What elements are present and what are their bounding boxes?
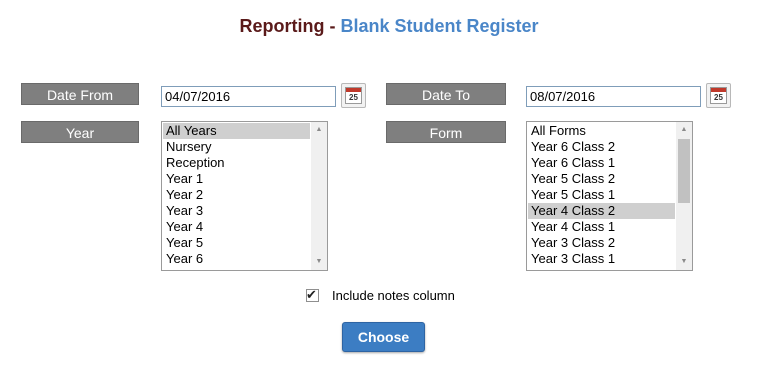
list-item[interactable]: Year 6 [163,251,310,267]
choose-button[interactable]: Choose [342,322,425,352]
list-item[interactable]: Year 3 Class 1 [528,251,675,267]
title-separator: - [324,16,341,36]
list-item[interactable]: All Years [163,123,310,139]
list-item[interactable]: Year 5 Class 2 [528,171,675,187]
list-item[interactable]: Nursery [163,139,310,155]
title-report-name: Blank Student Register [340,16,539,36]
scroll-up-icon[interactable]: ▲ [311,122,327,138]
scroll-up-icon[interactable]: ▲ [676,122,692,138]
list-item[interactable]: Year 5 [163,235,310,251]
scrollbar-thumb[interactable] [678,139,690,203]
list-item[interactable]: Year 3 [163,203,310,219]
form-scrollbar[interactable]: ▲ ▼ [676,122,692,270]
calendar-day: 25 [349,93,358,102]
date-from-input[interactable] [161,86,336,107]
date-to-input[interactable] [526,86,701,107]
checkmark-icon: ✔ [306,286,317,302]
list-item[interactable]: Year 1 [163,171,310,187]
list-item[interactable]: Year 2 [163,187,310,203]
calendar-icon: 25 [345,87,362,104]
page-title: Reporting - Blank Student Register [0,16,778,37]
list-item[interactable]: Year 4 Class 2 [528,203,675,219]
year-options: All Years Nursery Reception Year 1 Year … [163,123,310,267]
form-options: All Forms Year 6 Class 2 Year 6 Class 1 … [528,123,675,267]
form-listbox[interactable]: All Forms Year 6 Class 2 Year 6 Class 1 … [526,121,693,271]
scroll-down-icon[interactable]: ▼ [311,254,327,270]
date-to-calendar-button[interactable]: 25 [706,83,731,108]
date-from-calendar-button[interactable]: 25 [341,83,366,108]
list-item[interactable]: Year 4 [163,219,310,235]
list-item[interactable]: Year 6 Class 1 [528,155,675,171]
list-item[interactable]: Year 6 Class 2 [528,139,675,155]
form-label: Form [386,121,506,143]
calendar-day: 25 [714,93,723,102]
list-item[interactable]: Reception [163,155,310,171]
date-to-label: Date To [386,83,506,105]
title-prefix: Reporting [239,16,325,36]
year-label: Year [21,121,139,143]
calendar-icon: 25 [710,87,727,104]
list-item[interactable]: Year 4 Class 1 [528,219,675,235]
list-item[interactable]: All Forms [528,123,675,139]
list-item[interactable]: Year 5 Class 1 [528,187,675,203]
year-scrollbar[interactable]: ▲ ▼ [311,122,327,270]
year-listbox[interactable]: All Years Nursery Reception Year 1 Year … [161,121,328,271]
list-item[interactable]: Year 3 Class 2 [528,235,675,251]
include-notes-row: ✔ Include notes column [306,287,455,303]
date-from-label: Date From [21,83,139,105]
include-notes-checkbox[interactable]: ✔ [306,286,319,302]
scroll-down-icon[interactable]: ▼ [676,254,692,270]
include-notes-label: Include notes column [332,287,455,303]
